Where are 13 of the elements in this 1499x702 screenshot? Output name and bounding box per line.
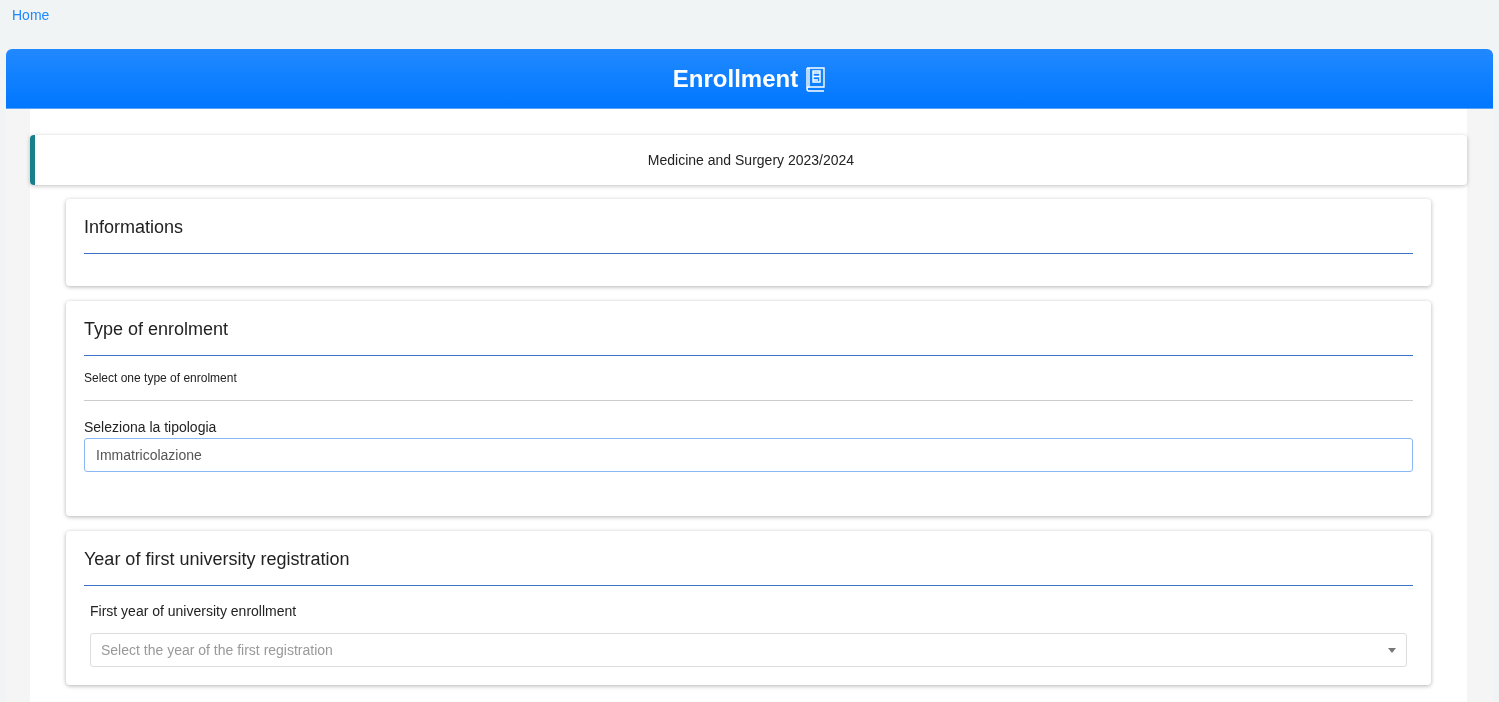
section-title: Type of enrolment — [84, 319, 1413, 356]
instruction-text: Select one type of enrolment — [84, 356, 1413, 401]
section-title: Informations — [84, 217, 1413, 254]
program-title: Medicine and Surgery 2023/2024 — [647, 152, 855, 168]
field-label: Seleziona la tipologia — [84, 419, 218, 435]
caret-icon — [1388, 647, 1396, 653]
page-title: Enrollment — [672, 64, 799, 93]
input-field[interactable]: Immatricolazione — [84, 438, 1413, 472]
home-link[interactable]: Home — [12, 7, 50, 23]
section-title: Year of first university registration — [84, 549, 1413, 586]
field-label: First year of university enrollment — [90, 603, 298, 619]
book-icon — [804, 65, 827, 92]
year-dropdown[interactable]: Select the year of the first registration — [90, 633, 1407, 667]
